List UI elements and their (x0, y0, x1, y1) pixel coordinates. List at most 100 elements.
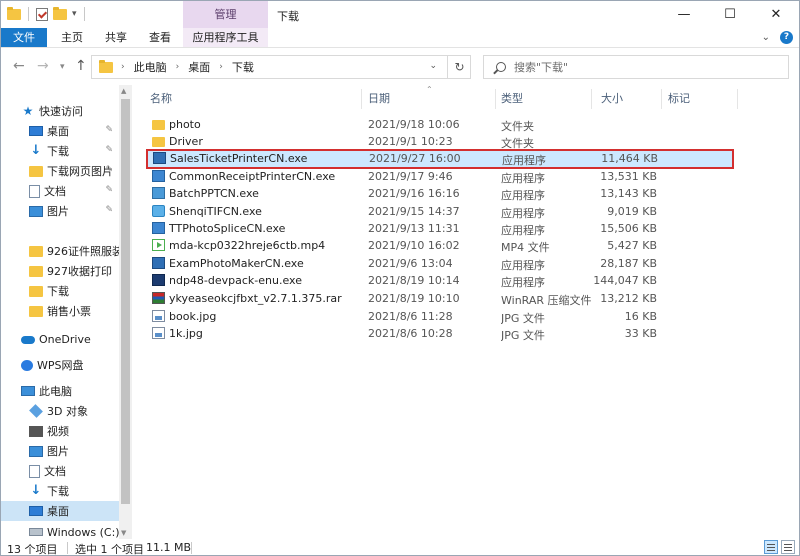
expand-ribbon-icon[interactable]: ⌄ (762, 32, 770, 43)
breadcrumb-desktop[interactable]: 桌面 (188, 59, 210, 75)
column-divider[interactable] (495, 89, 496, 109)
column-header-type[interactable]: 类型 (501, 85, 523, 112)
column-header-date[interactable]: 日期 (368, 85, 390, 112)
view-switcher (764, 540, 795, 554)
file-date: 2021/8/19 10:14 (368, 274, 460, 287)
file-row[interactable]: book.jpg 2021/8/6 11:28 JPG 文件 16 KB (147, 308, 735, 325)
column-header-size[interactable]: 大小 (601, 85, 623, 112)
breadcrumb-this-pc[interactable]: 此电脑 (134, 59, 167, 75)
tab-share[interactable]: 共享 (101, 28, 131, 47)
column-divider[interactable] (737, 89, 738, 109)
file-name: photo (169, 118, 201, 131)
tab-application-tools[interactable]: 应用程序工具 (183, 28, 268, 47)
sidebar-item-label: 此电脑 (39, 385, 72, 398)
chevron-right-icon[interactable]: › (121, 62, 125, 72)
sidebar-item-desktop-pinned[interactable]: 桌面 ✎ (29, 121, 119, 141)
scroll-down-icon[interactable]: ▼ (121, 529, 126, 537)
sidebar-item-downloads-pinned[interactable]: ↓ 下载 ✎ (29, 141, 119, 161)
file-row[interactable]: ndp48-devpack-enu.exe 2021/8/19 10:14 应用… (147, 272, 735, 289)
sidebar-item-quick-access[interactable]: ★ 快速访问 (21, 101, 132, 121)
file-row[interactable]: ykyeaseokcjfbxt_v2.7.1.375.rar 2021/8/19… (147, 290, 735, 307)
chevron-right-icon[interactable]: › (176, 62, 180, 72)
sidebar-item-web-images[interactable]: 下载网页图片 ✎ (29, 161, 119, 181)
up-arrow-icon[interactable]: ↑ (75, 58, 87, 74)
file-date: 2021/9/6 13:04 (368, 257, 453, 270)
search-box[interactable]: 搜索"下载" (483, 55, 789, 79)
recent-locations-icon[interactable]: ▾ (60, 62, 65, 72)
sidebar-item-label: Windows (C:) (47, 525, 119, 539)
sidebar-item-videos[interactable]: 视频 (29, 421, 119, 441)
properties-icon[interactable] (36, 7, 48, 21)
file-type: JPG 文件 (501, 312, 545, 325)
back-arrow-icon[interactable]: ← (13, 58, 25, 74)
help-icon[interactable]: ? (780, 31, 793, 44)
details-view-icon[interactable] (764, 540, 778, 554)
file-row[interactable]: ExamPhotoMakerCN.exe 2021/9/6 13:04 应用程序… (147, 255, 735, 272)
file-size: 33 KB (624, 327, 657, 340)
ribbon-right-controls: ⌄ ? (762, 31, 793, 44)
maximize-button[interactable]: ☐ (707, 1, 753, 28)
manage-context-tab[interactable]: 管理 (183, 1, 268, 28)
column-divider[interactable] (661, 89, 662, 109)
sidebar-item-documents-pinned[interactable]: 文档 ✎ (29, 181, 119, 201)
column-divider[interactable] (361, 89, 362, 109)
minimize-button[interactable]: — (661, 1, 707, 28)
file-row[interactable]: Driver 2021/9/1 10:23 文件夹 (147, 133, 735, 150)
file-type: MP4 文件 (501, 241, 550, 254)
file-row[interactable]: CommonReceiptPrinterCN.exe 2021/9/17 9:4… (147, 168, 735, 185)
toolbar-separator (83, 7, 85, 21)
large-icons-view-icon[interactable] (781, 540, 795, 554)
sidebar-item-this-pc[interactable]: 此电脑 (21, 381, 132, 401)
close-button[interactable]: ✕ (753, 1, 799, 28)
file-row[interactable]: ShenqiTIFCN.exe 2021/9/15 14:37 应用程序 9,0… (147, 203, 735, 220)
tab-view[interactable]: 查看 (145, 28, 175, 47)
file-row[interactable]: photo 2021/9/18 10:06 文件夹 (147, 116, 735, 133)
sidebar-item-windows-c[interactable]: Windows (C:) (29, 522, 119, 539)
sidebar-item-926-photos[interactable]: 926证件照服装 (29, 241, 119, 261)
new-folder-icon[interactable] (53, 6, 67, 20)
chevron-down-icon[interactable]: ⌄ (429, 61, 437, 71)
column-header-name[interactable]: 名称 (150, 85, 172, 112)
sidebar-item-label: 3D 对象 (47, 405, 88, 418)
file-row[interactable]: mda-kcp0322hreje6ctb.mp4 2021/9/10 16:02… (147, 237, 735, 254)
sidebar-item-wps-drive[interactable]: WPS网盘 (21, 355, 132, 375)
refresh-icon[interactable]: ↻ (447, 55, 471, 79)
search-input[interactable]: 搜索"下载" (514, 59, 568, 75)
file-type: 文件夹 (501, 120, 534, 133)
chevron-right-icon[interactable]: › (219, 62, 223, 72)
forward-arrow-icon[interactable]: → (37, 58, 49, 74)
file-row[interactable]: 1k.jpg 2021/8/6 10:28 JPG 文件 33 KB (147, 325, 735, 342)
sidebar-item-onedrive[interactable]: OneDrive (21, 329, 132, 349)
sidebar-item-927-receipts[interactable]: 927收据打印 (29, 261, 119, 281)
file-row-selected[interactable]: SalesTicketPrinterCN.exe 2021/9/27 16:00… (146, 149, 734, 169)
sidebar-item-documents[interactable]: 文档 (29, 461, 119, 481)
file-size: 13,531 KB (600, 170, 657, 183)
sidebar-item-pictures[interactable]: 图片 (29, 441, 119, 461)
column-header-tags[interactable]: 标记 (668, 85, 690, 112)
folder-icon (99, 59, 113, 73)
scroll-up-icon[interactable]: ▲ (121, 87, 126, 95)
customize-toolbar-icon[interactable]: ▾ (72, 9, 77, 19)
address-bar[interactable]: › 此电脑 › 桌面 › 下载 ⌄ (91, 55, 471, 79)
tab-home[interactable]: 主页 (57, 28, 87, 47)
video-file-icon (152, 239, 165, 251)
file-size: 9,019 KB (607, 205, 657, 218)
file-row[interactable]: BatchPPTCN.exe 2021/9/16 16:16 应用程序 13,1… (147, 185, 735, 202)
file-type: 应用程序 (501, 172, 545, 185)
column-divider[interactable] (591, 89, 592, 109)
tab-file[interactable]: 文件 (1, 28, 47, 47)
file-row[interactable]: TTPhotoSpliceCN.exe 2021/9/13 11:31 应用程序… (147, 220, 735, 237)
sidebar-item-downloads[interactable]: ↓ 下载 (29, 481, 119, 501)
sidebar-scrollbar[interactable]: ▲ ▼ (119, 85, 132, 539)
breadcrumb-downloads[interactable]: 下载 (232, 59, 254, 75)
sidebar-item-desktop[interactable]: 桌面 (1, 501, 119, 521)
sidebar-item-pictures-pinned[interactable]: 图片 ✎ (29, 201, 119, 221)
explorer-window: ▾ 管理 下载 — ☐ ✕ 文件 主页 共享 查看 应用程序工具 ⌄ ? ← →… (0, 0, 800, 556)
sidebar-item-label: 图片 (47, 445, 69, 458)
sort-indicator-icon: ⌃ (426, 85, 433, 94)
sidebar-scroll-thumb[interactable] (121, 99, 130, 504)
sidebar-item-sales-tickets[interactable]: 销售小票 (29, 301, 119, 321)
sidebar-item-label: WPS网盘 (37, 359, 84, 372)
sidebar-item-download-folder[interactable]: 下载 (29, 281, 119, 301)
sidebar-item-3d-objects[interactable]: 3D 对象 (29, 401, 119, 421)
